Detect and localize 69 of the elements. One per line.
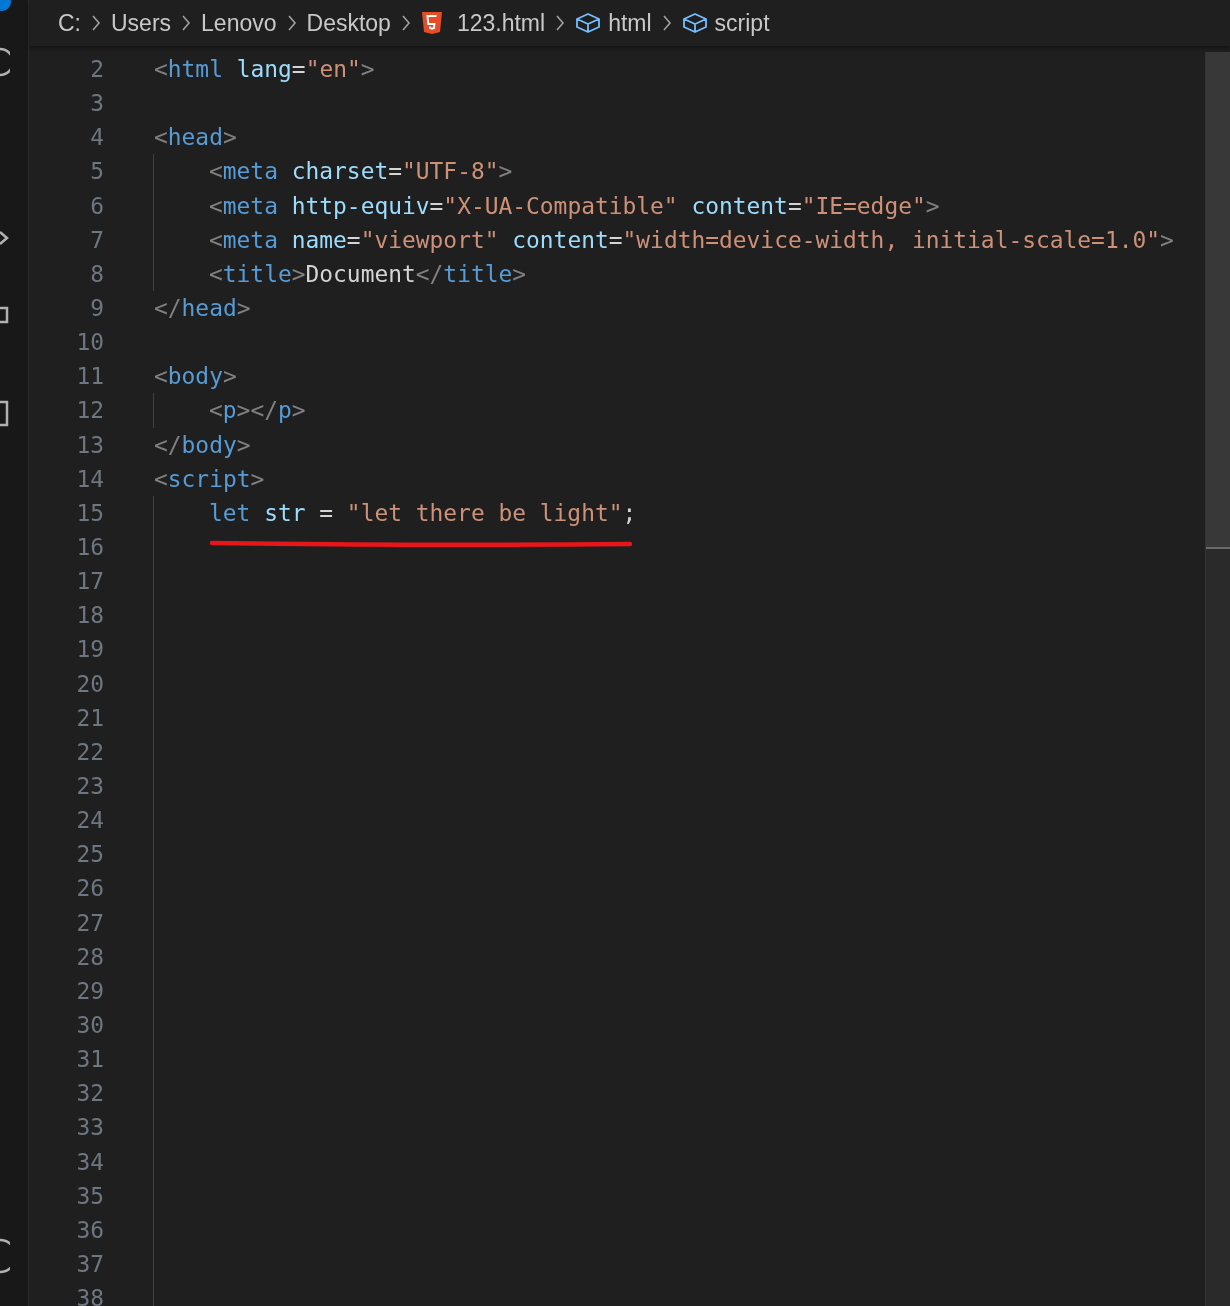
line-number: 14 bbox=[75, 464, 104, 494]
line-number: 29 bbox=[75, 976, 104, 1006]
chevron-right-icon bbox=[400, 14, 411, 32]
line-number: 25 bbox=[75, 840, 104, 870]
line-number: 12 bbox=[75, 396, 104, 426]
line-number: 18 bbox=[75, 601, 104, 631]
line-number: 13 bbox=[75, 430, 104, 460]
line-number: 24 bbox=[75, 806, 104, 836]
chevron-right-icon bbox=[661, 14, 672, 32]
line-number: 23 bbox=[75, 771, 104, 801]
breadcrumb-item[interactable]: Desktop bbox=[306, 5, 391, 41]
line-number: 11 bbox=[75, 362, 104, 392]
chevron-right-icon bbox=[286, 14, 297, 32]
line-number: 31 bbox=[75, 1045, 104, 1075]
code-line: <body> bbox=[154, 363, 237, 390]
line-number: 3 bbox=[89, 89, 104, 119]
account-badge-icon[interactable] bbox=[0, 0, 12, 12]
line-number: 26 bbox=[75, 874, 104, 904]
line-number: 5 bbox=[89, 157, 104, 187]
line-number: 8 bbox=[89, 259, 104, 289]
line-number: 10 bbox=[75, 328, 104, 358]
code-line: <head> bbox=[154, 124, 237, 151]
line-number: 4 bbox=[89, 123, 104, 153]
line-number: 16 bbox=[75, 532, 104, 562]
code-line: <title>Document</title> bbox=[209, 260, 527, 287]
chevron-right-icon bbox=[91, 14, 101, 32]
line-number: 21 bbox=[75, 703, 104, 733]
line-number: 37 bbox=[75, 1249, 104, 1279]
code-line: </head> bbox=[154, 295, 251, 321]
code-line: let str = "let there be light"; bbox=[209, 499, 637, 526]
line-number: 30 bbox=[75, 1010, 104, 1040]
scrollbar-thumb[interactable] bbox=[1206, 52, 1230, 549]
line-number: 20 bbox=[75, 669, 104, 699]
code-line: <meta http-equiv="X-UA-Compatible" content="IE=edge"> bbox=[209, 192, 940, 219]
breadcrumb-item[interactable]: script bbox=[714, 5, 770, 41]
breadcrumb-item[interactable]: html bbox=[608, 5, 652, 41]
chevron-right-icon bbox=[181, 14, 192, 32]
line-number: 2 bbox=[89, 55, 104, 84]
line-number: 22 bbox=[75, 737, 104, 767]
line-number: 15 bbox=[75, 498, 104, 528]
code-line: <p></p> bbox=[209, 397, 306, 424]
line-number: 36 bbox=[75, 1215, 104, 1245]
scrollbar[interactable] bbox=[1205, 52, 1230, 1306]
breadcrumb-item[interactable]: 123.html bbox=[456, 5, 546, 41]
code-line: <script> bbox=[154, 465, 265, 492]
line-number: 33 bbox=[75, 1113, 104, 1143]
line-number: 32 bbox=[75, 1079, 104, 1109]
code-line: <meta charset="UTF-8"> bbox=[209, 158, 513, 185]
line-number: 9 bbox=[89, 294, 104, 323]
line-number: 17 bbox=[75, 567, 104, 597]
line-number: 6 bbox=[89, 191, 104, 221]
line-number: 27 bbox=[75, 908, 104, 938]
breadcrumb-item[interactable]: Users bbox=[111, 5, 172, 41]
cube-icon bbox=[681, 12, 708, 34]
html5-icon bbox=[420, 11, 443, 35]
chevron-right-icon bbox=[555, 14, 566, 32]
code-line: <html lang="en"> bbox=[154, 56, 375, 82]
code-line: </body> bbox=[154, 431, 251, 458]
line-number: 7 bbox=[89, 225, 104, 255]
breadcrumb-item[interactable]: C: bbox=[58, 5, 81, 41]
line-number: 34 bbox=[75, 1147, 104, 1177]
line-number: 35 bbox=[75, 1181, 104, 1211]
cube-icon bbox=[575, 12, 602, 34]
line-number: 38 bbox=[75, 1284, 104, 1306]
code-line: <meta name="viewport" content="width=device-width, initial-scale=1.0"> bbox=[209, 226, 1174, 253]
chevron-icon[interactable] bbox=[0, 230, 10, 246]
line-number: 19 bbox=[75, 635, 104, 665]
line-number: 28 bbox=[75, 942, 104, 972]
breadcrumb-item[interactable]: Lenovo bbox=[201, 5, 277, 41]
